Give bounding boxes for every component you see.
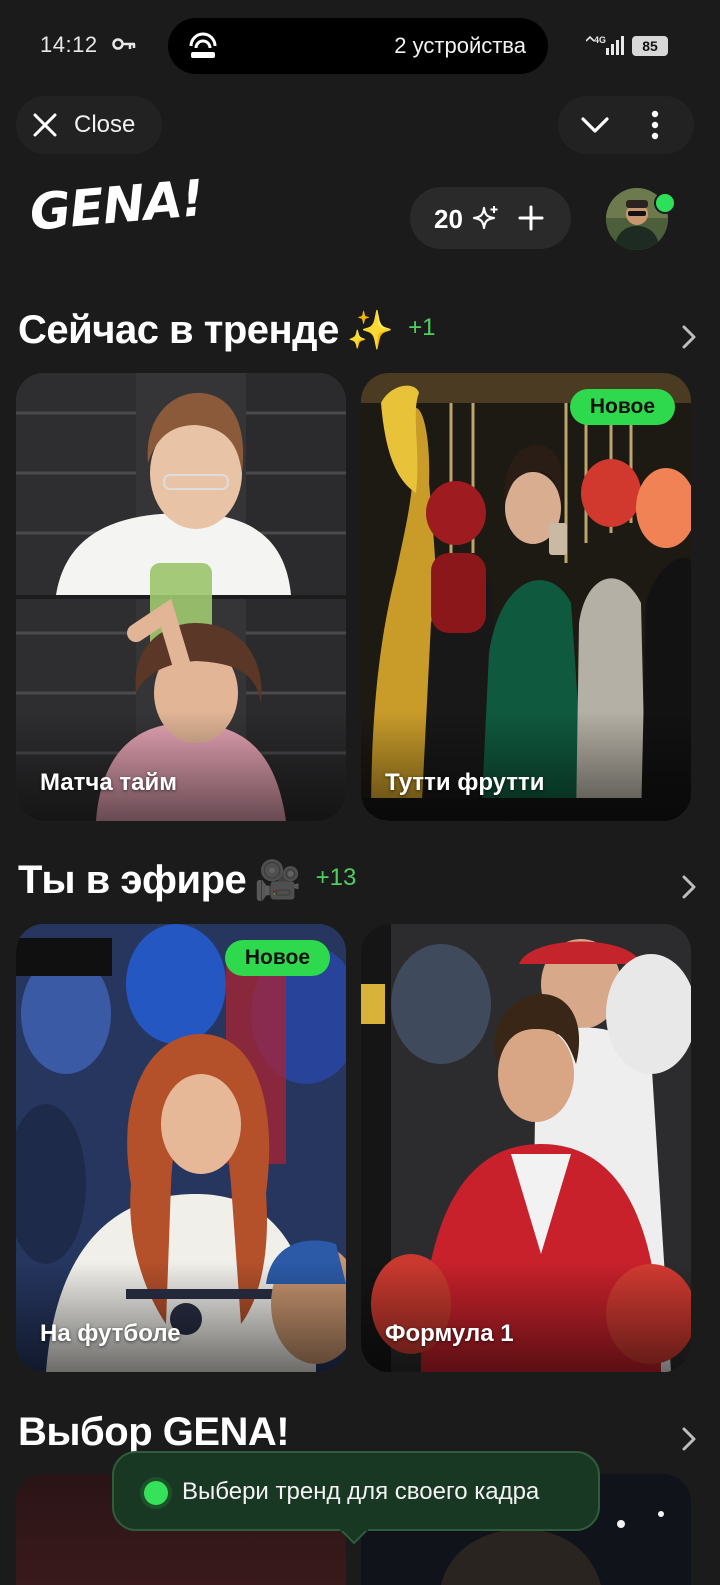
section-title: Ты в эфире [18, 858, 247, 902]
movie-camera-emoji: 🎥 [254, 860, 302, 902]
menu-pill [558, 96, 694, 154]
chevron-down-icon[interactable] [580, 112, 610, 138]
online-status-dot [654, 192, 676, 214]
trend-card-formula-1[interactable]: Формула 1 [361, 924, 691, 1372]
close-icon [33, 113, 57, 137]
caption-shade [16, 711, 346, 821]
sparkle-icon [472, 206, 498, 230]
hint-toast: Выбери тренд для своего кадра [112, 1451, 600, 1545]
card-caption: Матча тайм [40, 769, 177, 796]
more-count: +1 [408, 314, 436, 341]
chevron-right-icon[interactable] [680, 874, 698, 900]
connected-devices-pill[interactable]: 2 устройства [168, 18, 548, 74]
vpn-key-icon [112, 38, 136, 50]
cellular-signal-icon: 4G [586, 35, 624, 55]
chevron-right-icon[interactable] [680, 1426, 698, 1452]
section-title: Сейчас в тренде [18, 308, 339, 352]
section-title: Выбор GENA! [18, 1410, 290, 1454]
sparkles-emoji: ✨ [346, 310, 395, 352]
trend-card-tutti-frutti[interactable]: Новое Тутти фрутти [361, 373, 691, 821]
status-time: 14:12 [40, 32, 98, 57]
app-logo: GENA! [27, 168, 206, 242]
cast-icon [189, 32, 217, 58]
svg-text:4G: 4G [594, 35, 606, 45]
devices-label: 2 устройства [394, 33, 526, 58]
card-caption: На футболе [40, 1320, 181, 1347]
section-on-air-header[interactable]: Ты в эфире 🎥 +13 [18, 858, 702, 914]
caption-shade [361, 1262, 691, 1372]
close-label: Close [74, 111, 136, 138]
new-badge: Новое [224, 940, 330, 976]
chevron-right-icon[interactable] [680, 324, 698, 350]
more-options-icon[interactable] [650, 110, 660, 140]
new-badge: Новое [569, 389, 675, 425]
credits-count: 20 [434, 204, 463, 234]
more-count: +13 [315, 864, 357, 891]
status-dot [144, 1481, 168, 1505]
trend-card-matcha[interactable]: Матча тайм [16, 373, 346, 821]
status-bar: 14:12 2 устройства 4G 85 [0, 0, 720, 92]
section-trending-header[interactable]: Сейчас в тренде ✨ +1 [18, 308, 702, 364]
battery-indicator: 85 [632, 36, 668, 56]
caption-shade [361, 711, 691, 821]
card-caption: Тутти фрутти [385, 769, 545, 796]
toast-text: Выбери тренд для своего кадра [182, 1478, 540, 1505]
credits-pill[interactable]: 20 [410, 187, 571, 249]
caption-shade [16, 1262, 346, 1372]
toast-pointer [340, 1529, 368, 1545]
trend-card-football[interactable]: Новое На футболе [16, 924, 346, 1372]
card-caption: Формула 1 [385, 1320, 514, 1347]
add-credits-icon[interactable] [518, 205, 544, 231]
close-button[interactable]: Close [16, 96, 162, 154]
